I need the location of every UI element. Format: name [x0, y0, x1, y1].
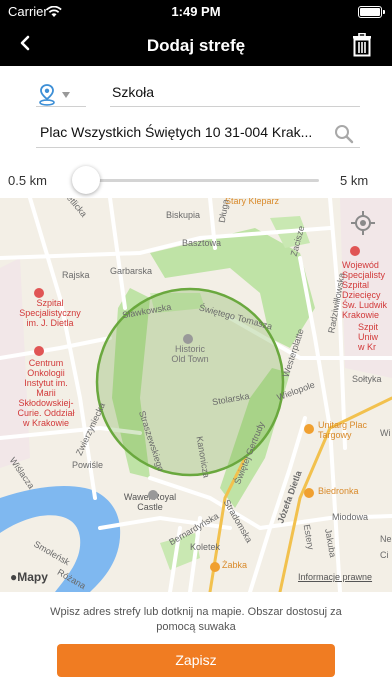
map-label: Szpit Uniw w Kr [358, 322, 379, 352]
map-label: Garbarska [110, 266, 153, 276]
page-title: Dodaj strefę [146, 36, 246, 55]
shop-icon [304, 424, 314, 434]
hospital-icon [350, 246, 360, 256]
shop-icon [210, 562, 220, 572]
radius-slider-thumb[interactable] [72, 166, 100, 194]
map-label: Ne [380, 534, 392, 544]
map-label: Koletek [190, 542, 221, 552]
map-label: Wi [380, 428, 391, 438]
map-label: Sołtyka [352, 374, 382, 384]
map-label: Wojewód Specjalisty Szpital Dziecięcy Św… [342, 260, 388, 320]
hint-text: Wpisz adres strefy lub dotknij na mapie.… [50, 606, 342, 633]
slider-max-label: 5 km [340, 173, 369, 188]
legal-info-link[interactable]: Informacje prawne [298, 572, 372, 582]
navigation-bar: Dodaj strefę [0, 24, 392, 66]
zone-name-field[interactable]: Szkoła [112, 84, 360, 106]
locate-me-icon[interactable] [348, 208, 378, 238]
status-bar: Carrier 1:49 PM [0, 0, 392, 24]
search-icon[interactable] [334, 124, 354, 149]
map-label: Szpital Specjalistyczny im. J. Dietla [19, 298, 81, 328]
landmark-icon [148, 490, 158, 500]
shop-icon [304, 488, 314, 498]
zone-type-selector[interactable] [38, 84, 88, 108]
divider [36, 106, 86, 107]
address-field[interactable]: Plac Wszystkich Świętych 10 31-004 Krak.… [40, 124, 320, 144]
divider [36, 147, 360, 148]
map-label: Ci [380, 550, 389, 560]
landmark-icon [183, 334, 193, 344]
map-label: Żabka [222, 560, 248, 570]
map-label: Biskupia [166, 210, 201, 220]
slider-min-label: 0.5 km [8, 173, 48, 188]
map-label: Rajska [62, 270, 90, 280]
map-label: Powiśle [72, 460, 104, 470]
divider [110, 106, 360, 107]
clock: 1:49 PM [171, 4, 221, 19]
map-label: Miodowa [332, 512, 369, 522]
map-view[interactable]: metlicka Biskupia Długa Stary Kleparz Ba… [0, 198, 392, 592]
map-label: Historic Old Town [171, 344, 209, 364]
radius-slider-track[interactable] [74, 179, 319, 182]
map-label: Biedronka [318, 486, 359, 496]
chevron-down-icon [62, 92, 70, 98]
maps-logo: ●Mapy [10, 570, 48, 584]
save-button[interactable]: Zapisz [57, 644, 335, 677]
map-label: Basztowa [182, 238, 222, 248]
map-label: Centrum Onkologii Instytut im. Marii Skł… [17, 358, 75, 428]
map-label: Stary Kleparz [225, 198, 280, 206]
battery-icon [358, 6, 385, 18]
hospital-icon [34, 288, 44, 298]
trash-icon[interactable] [352, 32, 372, 62]
hospital-icon [34, 346, 44, 356]
maps-brand-label: Mapy [17, 570, 48, 584]
